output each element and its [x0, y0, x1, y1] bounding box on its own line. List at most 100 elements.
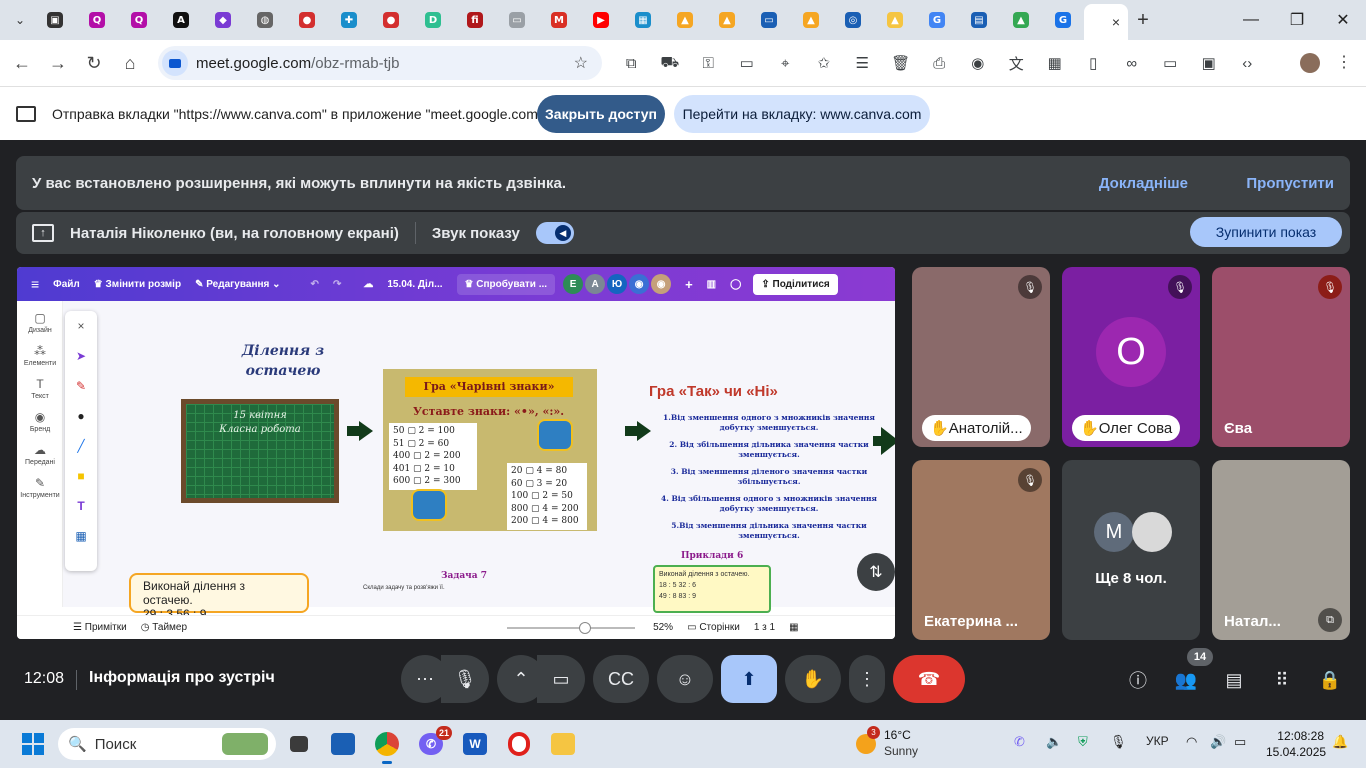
- participant-tile[interactable]: 🎙 Єва: [1212, 267, 1350, 447]
- microphone-tray-icon[interactable]: 🎙: [1110, 734, 1127, 750]
- go-to-tab-button[interactable]: Перейти на вкладку: www.canva.com: [674, 95, 930, 133]
- microsoft-store-icon[interactable]: [326, 728, 360, 760]
- timer-button[interactable]: ◷ Таймер: [141, 622, 187, 633]
- select-tool-icon[interactable]: ➤: [65, 341, 97, 371]
- lens-icon[interactable]: ◉: [959, 46, 998, 80]
- zoom-slider[interactable]: [507, 621, 636, 634]
- pen-tool-icon[interactable]: ✎: [65, 371, 97, 401]
- present-screen-button[interactable]: ⬆: [721, 655, 777, 703]
- browser-tab[interactable]: ●: [286, 4, 328, 36]
- more-options-button[interactable]: ⋮: [849, 655, 885, 703]
- browser-tab[interactable]: ▲: [790, 4, 832, 36]
- bookmark-star-icon[interactable]: ☆: [574, 53, 588, 73]
- meeting-info-label[interactable]: Інформація про зустріч: [89, 669, 275, 687]
- mic-button[interactable]: 🎙: [441, 655, 489, 703]
- canva-side-item[interactable]: ◉ Бренд: [17, 410, 63, 433]
- table-tool-icon[interactable]: ▦: [65, 521, 97, 551]
- reload-icon[interactable]: ↻: [76, 45, 112, 81]
- canva-side-item[interactable]: ▢ Дизайн: [17, 311, 63, 334]
- camera-button[interactable]: ▭: [537, 655, 585, 703]
- skip-link[interactable]: Пропустити: [1246, 175, 1334, 192]
- marker-tool-icon[interactable]: ●: [65, 401, 97, 431]
- zoom-level[interactable]: 52%: [653, 622, 673, 633]
- viber-icon[interactable]: ✆ 21: [414, 726, 452, 760]
- print-icon[interactable]: ⎙: [920, 46, 959, 80]
- notes-button[interactable]: ☰ Примітки: [73, 622, 127, 633]
- participant-tile[interactable]: M Ще 8 чол.: [1062, 460, 1200, 640]
- browser-tab[interactable]: ▭: [496, 4, 538, 36]
- canva-resize-button[interactable]: ♛ Змінити розмір: [94, 279, 181, 290]
- canva-file-menu[interactable]: Файл: [53, 279, 80, 290]
- canva-side-item[interactable]: T Текст: [17, 377, 63, 400]
- word-icon[interactable]: W: [458, 728, 492, 760]
- close-tab-icon[interactable]: ×: [1112, 14, 1120, 30]
- location-icon[interactable]: ⌖: [766, 46, 805, 80]
- browser-menu-icon[interactable]: ⋮: [1336, 52, 1352, 72]
- restore-icon[interactable]: ❐: [1274, 0, 1320, 40]
- profile-avatar[interactable]: [1300, 53, 1320, 73]
- analytics-icon[interactable]: ▥: [707, 279, 716, 290]
- language-indicator[interactable]: УКР: [1146, 734, 1169, 748]
- browser-tab[interactable]: ▲: [874, 4, 916, 36]
- browser-tab[interactable]: Q: [76, 4, 118, 36]
- browser-tab[interactable]: ◆: [202, 4, 244, 36]
- wifi-icon[interactable]: ◠: [1186, 734, 1197, 750]
- extensions-icon[interactable]: ⧉: [612, 46, 651, 80]
- close-tools-icon[interactable]: ×: [65, 311, 97, 341]
- qr-code-icon[interactable]: ▦: [1036, 46, 1075, 80]
- reader-mode-icon[interactable]: ▯: [1074, 46, 1113, 80]
- viber-tray-icon[interactable]: ✆: [1014, 734, 1025, 750]
- file-explorer-icon[interactable]: [546, 728, 580, 760]
- active-tab[interactable]: ×: [1084, 4, 1128, 40]
- car-icon[interactable]: ⛟: [651, 46, 690, 80]
- activities-icon[interactable]: ⠿: [1268, 666, 1296, 694]
- browser-tab[interactable]: G: [1042, 4, 1084, 36]
- minimize-icon[interactable]: —: [1228, 0, 1274, 40]
- collaborator-avatar[interactable]: Ю: [607, 274, 628, 294]
- taskbar-search[interactable]: 🔍 Поиск: [58, 728, 276, 760]
- swap-arrows-button[interactable]: ⇅: [857, 553, 895, 591]
- notifications-icon[interactable]: 🔔: [1332, 734, 1348, 750]
- stop-presenting-button[interactable]: Зупинити показ: [1190, 217, 1342, 247]
- browser-tab[interactable]: M: [538, 4, 580, 36]
- translate-icon[interactable]: 文: [997, 46, 1036, 80]
- browser-tab[interactable]: fi: [454, 4, 496, 36]
- collaborator-avatar[interactable]: A: [585, 274, 606, 294]
- browser-tab[interactable]: ●: [370, 4, 412, 36]
- info-icon[interactable]: ⓘ: [1124, 666, 1152, 694]
- people-icon[interactable]: 👥: [1172, 666, 1200, 694]
- browser-tab[interactable]: D: [412, 4, 454, 36]
- layout-icon[interactable]: ▣: [1190, 46, 1229, 80]
- canva-canvas[interactable]: Ділення з остачею 15 квітня Класна робот…: [63, 301, 895, 621]
- new-tab-button[interactable]: +: [1128, 9, 1158, 32]
- undo-icon[interactable]: ↶: [311, 279, 319, 290]
- captions-button[interactable]: CC: [593, 655, 649, 703]
- browser-tab[interactable]: ▤: [958, 4, 1000, 36]
- sticky-note-icon[interactable]: ■: [65, 461, 97, 491]
- emoji-button[interactable]: ☺: [657, 655, 713, 703]
- browser-tab[interactable]: ▦: [622, 4, 664, 36]
- browser-tab[interactable]: ◍: [244, 4, 286, 36]
- opera-icon[interactable]: [502, 728, 536, 760]
- cloud-save-icon[interactable]: ☁: [363, 279, 373, 290]
- tab-search-button[interactable]: ⌄: [6, 6, 34, 34]
- chat-icon[interactable]: ▤: [1220, 666, 1248, 694]
- forward-icon[interactable]: →: [40, 45, 76, 81]
- battery-icon[interactable]: ▭: [1234, 734, 1246, 750]
- volume-tray-icon[interactable]: 🔈: [1046, 734, 1062, 750]
- presentation-sound-toggle[interactable]: ◀: [535, 222, 574, 244]
- canva-side-item[interactable]: ✎ Інструменти: [17, 476, 63, 499]
- browser-tab[interactable]: ▲: [664, 4, 706, 36]
- leave-call-button[interactable]: ☎: [893, 655, 965, 703]
- browser-tab[interactable]: A: [160, 4, 202, 36]
- browser-tab[interactable]: ▲: [1000, 4, 1042, 36]
- weather-widget[interactable]: 3 16°C Sunny: [856, 726, 966, 762]
- link-icon[interactable]: ∞: [1113, 46, 1152, 80]
- address-bar[interactable]: meet.google.com/obz-rmab-tjb ☆: [158, 46, 602, 80]
- add-collaborator-icon[interactable]: +: [685, 277, 693, 292]
- canva-side-item[interactable]: ⁂ Елементи: [17, 344, 63, 367]
- picture-in-picture-icon[interactable]: ⧉: [1318, 608, 1342, 632]
- collaborator-photo-avatar[interactable]: ◉: [629, 274, 650, 294]
- devices-icon[interactable]: ▭: [1151, 46, 1190, 80]
- line-tool-icon[interactable]: ╱: [65, 431, 97, 461]
